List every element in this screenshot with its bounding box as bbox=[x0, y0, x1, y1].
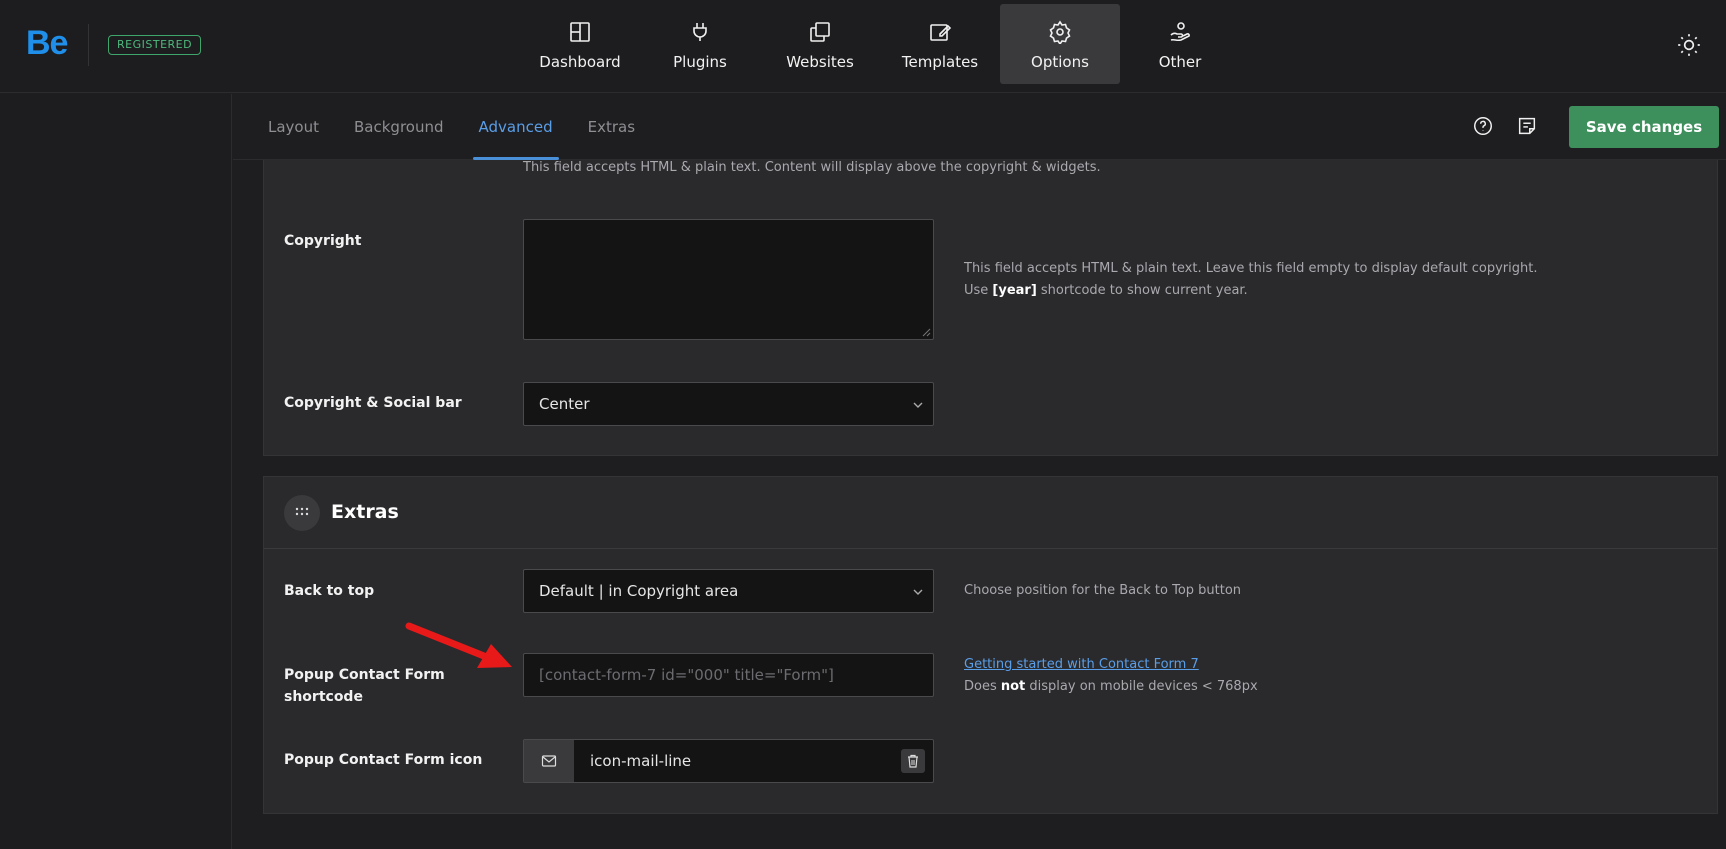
back-to-top-select[interactable]: Default | in Copyright area bbox=[523, 569, 934, 613]
tab-advanced[interactable]: Advanced bbox=[472, 94, 559, 160]
nav-other-label: Other bbox=[1158, 53, 1202, 71]
grid-dots-icon bbox=[284, 495, 320, 531]
sub-tabs-bar: Layout Background Advanced Extras bbox=[233, 94, 1726, 160]
tabs: Layout Background Advanced Extras bbox=[268, 94, 670, 160]
templates-icon bbox=[930, 24, 952, 41]
chevron-down-icon bbox=[913, 589, 923, 595]
nav-templates-label: Templates bbox=[901, 53, 979, 71]
theme-toggle[interactable] bbox=[1676, 32, 1702, 58]
popup-icon-value: icon-mail-line bbox=[590, 752, 692, 770]
notes-icon bbox=[1518, 117, 1536, 135]
question-icon bbox=[1474, 117, 1492, 135]
mail-icon[interactable] bbox=[524, 740, 574, 782]
back-to-top-value: Default | in Copyright area bbox=[539, 582, 739, 600]
top-help-text: This field accepts HTML & plain text. Co… bbox=[523, 160, 1101, 175]
copyright-label: Copyright bbox=[284, 233, 362, 249]
extras-title: Extras bbox=[331, 501, 399, 523]
chevron-down-icon bbox=[913, 402, 923, 408]
gear-icon bbox=[1049, 20, 1071, 44]
popup-icon-label: Popup Contact Form icon bbox=[284, 752, 483, 768]
main-nav: Dashboard Plugins Websites Templates Opt… bbox=[520, 4, 1240, 84]
footer-options-panel bbox=[263, 160, 1718, 456]
cf7-help-link-line: Getting started with Contact Form 7 bbox=[964, 654, 1199, 676]
help-button[interactable] bbox=[1472, 115, 1496, 139]
tab-extras[interactable]: Extras bbox=[588, 94, 635, 160]
tab-background[interactable]: Background bbox=[354, 94, 444, 160]
nav-other[interactable]: Other bbox=[1120, 4, 1240, 84]
nav-plugins[interactable]: Plugins bbox=[640, 4, 760, 84]
trash-icon bbox=[908, 754, 918, 768]
plug-icon bbox=[693, 23, 707, 41]
copyright-help-line1: This field accepts HTML & plain text. Le… bbox=[964, 261, 1538, 276]
delete-icon-button[interactable] bbox=[901, 749, 925, 773]
social-bar-select[interactable]: Center bbox=[523, 382, 934, 426]
popup-shortcode-label-line2: shortcode bbox=[284, 689, 363, 705]
nav-plugins-label: Plugins bbox=[673, 53, 727, 71]
logo[interactable]: Be bbox=[26, 24, 68, 63]
left-sidebar bbox=[0, 94, 232, 849]
nav-dashboard-label: Dashboard bbox=[539, 53, 621, 71]
social-bar-label: Copyright & Social bar bbox=[284, 395, 462, 411]
nav-websites-label: Websites bbox=[786, 53, 854, 71]
annotation-arrow bbox=[405, 622, 512, 668]
hand-icon bbox=[1170, 22, 1190, 42]
nav-websites[interactable]: Websites bbox=[760, 4, 880, 84]
popup-icon-field[interactable]: icon-mail-line bbox=[523, 739, 934, 783]
year-shortcode: [year] bbox=[992, 283, 1037, 298]
extras-header: Extras bbox=[264, 477, 1717, 549]
websites-icon bbox=[810, 22, 830, 42]
back-to-top-label: Back to top bbox=[284, 583, 375, 599]
save-changes-button[interactable]: Save changes bbox=[1569, 106, 1719, 148]
resize-grip-icon[interactable] bbox=[921, 327, 931, 337]
nav-templates[interactable]: Templates bbox=[880, 4, 1000, 84]
divider bbox=[88, 24, 89, 66]
social-bar-value: Center bbox=[539, 395, 590, 413]
popup-shortcode-placeholder: [contact-form-7 id="000" title="Form"] bbox=[539, 666, 834, 684]
registered-badge: REGISTERED bbox=[108, 35, 202, 55]
cf7-getting-started-link[interactable]: Getting started with Contact Form 7 bbox=[964, 657, 1199, 672]
nav-options[interactable]: Options bbox=[1000, 4, 1120, 84]
copyright-textarea[interactable] bbox=[523, 219, 934, 340]
nav-options-label: Options bbox=[1031, 53, 1089, 71]
back-to-top-help: Choose position for the Back to Top butt… bbox=[964, 583, 1242, 598]
popup-shortcode-input[interactable]: [contact-form-7 id="000" title="Form"] bbox=[523, 653, 934, 697]
sun-icon bbox=[1678, 34, 1700, 56]
copyright-help-line2: Use [year] shortcode to show current yea… bbox=[964, 283, 1248, 298]
tab-layout[interactable]: Layout bbox=[268, 94, 319, 160]
popup-shortcode-help: Does not display on mobile devices < 768… bbox=[964, 679, 1258, 694]
nav-dashboard[interactable]: Dashboard bbox=[520, 4, 640, 84]
notes-button[interactable] bbox=[1516, 115, 1540, 139]
top-bar: Be REGISTERED Dashboard Plugins Websites… bbox=[0, 0, 1726, 93]
dashboard-icon bbox=[570, 22, 590, 42]
